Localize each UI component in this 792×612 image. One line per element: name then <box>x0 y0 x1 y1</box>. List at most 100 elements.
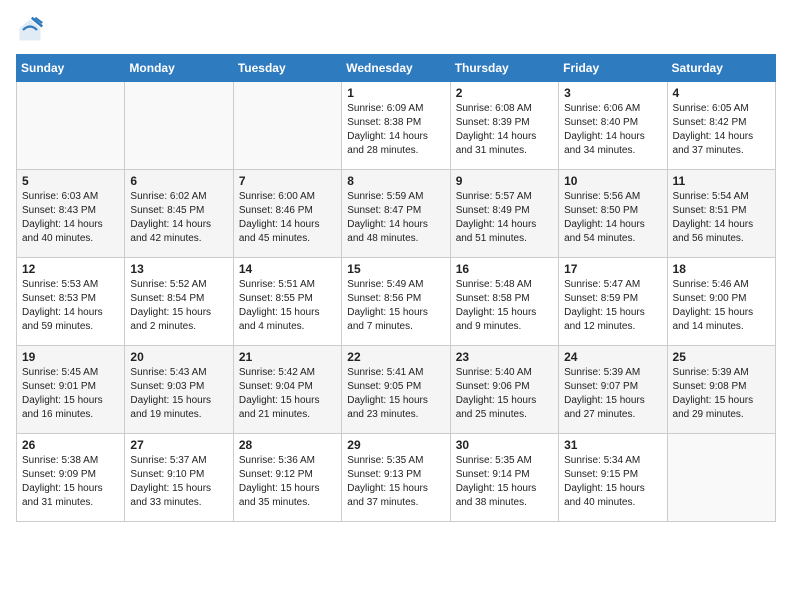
calendar-cell: 13 Sunrise: 5:52 AM Sunset: 8:54 PM Dayli… <box>125 258 233 346</box>
calendar-cell <box>667 434 775 522</box>
calendar-cell: 5Sunrise: 6:03 AM Sunset: 8:43 PM Daylig… <box>17 170 125 258</box>
day-number: 2 <box>456 86 553 100</box>
day-header-sunday: Sunday <box>17 55 125 82</box>
day-header-friday: Friday <box>559 55 667 82</box>
cell-content: Sunrise: 5:45 AM Sunset: 9:01 PM Dayligh… <box>22 366 119 422</box>
calendar-cell <box>125 82 233 170</box>
calendar-cell: 7 Sunrise: 6:00 AM Sunset: 8:46 PM Daylig… <box>233 170 341 258</box>
day-number: 21 <box>239 350 336 364</box>
day-number: 27 <box>130 438 227 452</box>
calendar-cell <box>233 82 341 170</box>
day-number: 1 <box>347 86 444 100</box>
calendar-cell: 28 Sunrise: 5:36 AM Sunset: 9:12 PM Dayli… <box>233 434 341 522</box>
calendar-cell: 21 Sunrise: 5:42 AM Sunset: 9:04 PM Dayli… <box>233 346 341 434</box>
day-number: 20 <box>130 350 227 364</box>
week-row-2: 5Sunrise: 6:03 AM Sunset: 8:43 PM Daylig… <box>17 170 776 258</box>
day-number: 17 <box>564 262 661 276</box>
calendar-cell: 25 Sunrise: 5:39 AM Sunset: 9:08 PM Dayli… <box>667 346 775 434</box>
day-number: 30 <box>456 438 553 452</box>
cell-content: Sunrise: 5:56 AM Sunset: 8:50 PM Dayligh… <box>564 190 661 246</box>
calendar-cell: 4 Sunrise: 6:05 AM Sunset: 8:42 PM Daylig… <box>667 82 775 170</box>
cell-content: Sunrise: 5:34 AM Sunset: 9:15 PM Dayligh… <box>564 454 661 510</box>
day-number: 25 <box>673 350 770 364</box>
header-row: SundayMondayTuesdayWednesdayThursdayFrid… <box>17 55 776 82</box>
calendar-cell: 16 Sunrise: 5:48 AM Sunset: 8:58 PM Dayli… <box>450 258 558 346</box>
calendar-cell: 20 Sunrise: 5:43 AM Sunset: 9:03 PM Dayli… <box>125 346 233 434</box>
cell-content: Sunrise: 5:42 AM Sunset: 9:04 PM Dayligh… <box>239 366 336 422</box>
cell-content: Sunrise: 5:37 AM Sunset: 9:10 PM Dayligh… <box>130 454 227 510</box>
logo <box>16 16 48 44</box>
day-number: 15 <box>347 262 444 276</box>
day-number: 19 <box>22 350 119 364</box>
cell-content: Sunrise: 6:02 AM Sunset: 8:45 PM Dayligh… <box>130 190 227 246</box>
cell-content: Sunrise: 5:39 AM Sunset: 9:07 PM Dayligh… <box>564 366 661 422</box>
day-number: 13 <box>130 262 227 276</box>
day-number: 16 <box>456 262 553 276</box>
calendar-cell: 26 Sunrise: 5:38 AM Sunset: 9:09 PM Dayli… <box>17 434 125 522</box>
calendar-cell: 3 Sunrise: 6:06 AM Sunset: 8:40 PM Daylig… <box>559 82 667 170</box>
cell-content: Sunrise: 5:51 AM Sunset: 8:55 PM Dayligh… <box>239 278 336 334</box>
calendar-cell <box>17 82 125 170</box>
cell-content: Sunrise: 5:48 AM Sunset: 8:58 PM Dayligh… <box>456 278 553 334</box>
calendar-cell: 31 Sunrise: 5:34 AM Sunset: 9:15 PM Dayli… <box>559 434 667 522</box>
day-number: 29 <box>347 438 444 452</box>
day-number: 4 <box>673 86 770 100</box>
day-number: 28 <box>239 438 336 452</box>
cell-content: Sunrise: 5:41 AM Sunset: 9:05 PM Dayligh… <box>347 366 444 422</box>
page-header <box>16 16 776 44</box>
week-row-4: 19 Sunrise: 5:45 AM Sunset: 9:01 PM Dayli… <box>17 346 776 434</box>
cell-content: Sunrise: 5:36 AM Sunset: 9:12 PM Dayligh… <box>239 454 336 510</box>
cell-content: Sunrise: 5:39 AM Sunset: 9:08 PM Dayligh… <box>673 366 770 422</box>
day-header-saturday: Saturday <box>667 55 775 82</box>
day-number: 5 <box>22 174 119 188</box>
day-number: 9 <box>456 174 553 188</box>
calendar-cell: 30 Sunrise: 5:35 AM Sunset: 9:14 PM Dayli… <box>450 434 558 522</box>
calendar-cell: 15Sunrise: 5:49 AM Sunset: 8:56 PM Dayli… <box>342 258 450 346</box>
cell-content: Sunrise: 5:35 AM Sunset: 9:14 PM Dayligh… <box>456 454 553 510</box>
calendar-cell: 8 Sunrise: 5:59 AM Sunset: 8:47 PM Daylig… <box>342 170 450 258</box>
cell-content: Sunrise: 5:38 AM Sunset: 9:09 PM Dayligh… <box>22 454 119 510</box>
week-row-1: 1Sunrise: 6:09 AM Sunset: 8:38 PM Daylig… <box>17 82 776 170</box>
day-header-thursday: Thursday <box>450 55 558 82</box>
calendar-cell: 10Sunrise: 5:56 AM Sunset: 8:50 PM Dayli… <box>559 170 667 258</box>
cell-content: Sunrise: 5:52 AM Sunset: 8:54 PM Dayligh… <box>130 278 227 334</box>
day-header-monday: Monday <box>125 55 233 82</box>
cell-content: Sunrise: 5:59 AM Sunset: 8:47 PM Dayligh… <box>347 190 444 246</box>
cell-content: Sunrise: 5:35 AM Sunset: 9:13 PM Dayligh… <box>347 454 444 510</box>
calendar-cell: 17 Sunrise: 5:47 AM Sunset: 8:59 PM Dayli… <box>559 258 667 346</box>
cell-content: Sunrise: 6:05 AM Sunset: 8:42 PM Dayligh… <box>673 102 770 158</box>
calendar-table: SundayMondayTuesdayWednesdayThursdayFrid… <box>16 54 776 522</box>
day-number: 11 <box>673 174 770 188</box>
cell-content: Sunrise: 6:00 AM Sunset: 8:46 PM Dayligh… <box>239 190 336 246</box>
calendar-cell: 24Sunrise: 5:39 AM Sunset: 9:07 PM Dayli… <box>559 346 667 434</box>
calendar-cell: 14 Sunrise: 5:51 AM Sunset: 8:55 PM Dayli… <box>233 258 341 346</box>
calendar-cell: 29 Sunrise: 5:35 AM Sunset: 9:13 PM Dayli… <box>342 434 450 522</box>
day-number: 18 <box>673 262 770 276</box>
day-number: 31 <box>564 438 661 452</box>
calendar-cell: 11 Sunrise: 5:54 AM Sunset: 8:51 PM Dayli… <box>667 170 775 258</box>
day-number: 14 <box>239 262 336 276</box>
week-row-5: 26 Sunrise: 5:38 AM Sunset: 9:09 PM Dayli… <box>17 434 776 522</box>
calendar-cell: 12Sunrise: 5:53 AM Sunset: 8:53 PM Dayli… <box>17 258 125 346</box>
logo-icon <box>16 16 44 44</box>
day-number: 8 <box>347 174 444 188</box>
week-row-3: 12Sunrise: 5:53 AM Sunset: 8:53 PM Dayli… <box>17 258 776 346</box>
cell-content: Sunrise: 6:06 AM Sunset: 8:40 PM Dayligh… <box>564 102 661 158</box>
day-number: 22 <box>347 350 444 364</box>
day-number: 26 <box>22 438 119 452</box>
day-number: 3 <box>564 86 661 100</box>
cell-content: Sunrise: 6:08 AM Sunset: 8:39 PM Dayligh… <box>456 102 553 158</box>
cell-content: Sunrise: 5:40 AM Sunset: 9:06 PM Dayligh… <box>456 366 553 422</box>
calendar-cell: 27 Sunrise: 5:37 AM Sunset: 9:10 PM Dayli… <box>125 434 233 522</box>
cell-content: Sunrise: 5:43 AM Sunset: 9:03 PM Dayligh… <box>130 366 227 422</box>
cell-content: Sunrise: 5:53 AM Sunset: 8:53 PM Dayligh… <box>22 278 119 334</box>
calendar-cell: 19 Sunrise: 5:45 AM Sunset: 9:01 PM Dayli… <box>17 346 125 434</box>
calendar-cell: 9Sunrise: 5:57 AM Sunset: 8:49 PM Daylig… <box>450 170 558 258</box>
cell-content: Sunrise: 5:47 AM Sunset: 8:59 PM Dayligh… <box>564 278 661 334</box>
cell-content: Sunrise: 5:46 AM Sunset: 9:00 PM Dayligh… <box>673 278 770 334</box>
calendar-cell: 2 Sunrise: 6:08 AM Sunset: 8:39 PM Daylig… <box>450 82 558 170</box>
calendar-cell: 22 Sunrise: 5:41 AM Sunset: 9:05 PM Dayli… <box>342 346 450 434</box>
day-number: 7 <box>239 174 336 188</box>
day-number: 6 <box>130 174 227 188</box>
cell-content: Sunrise: 5:54 AM Sunset: 8:51 PM Dayligh… <box>673 190 770 246</box>
